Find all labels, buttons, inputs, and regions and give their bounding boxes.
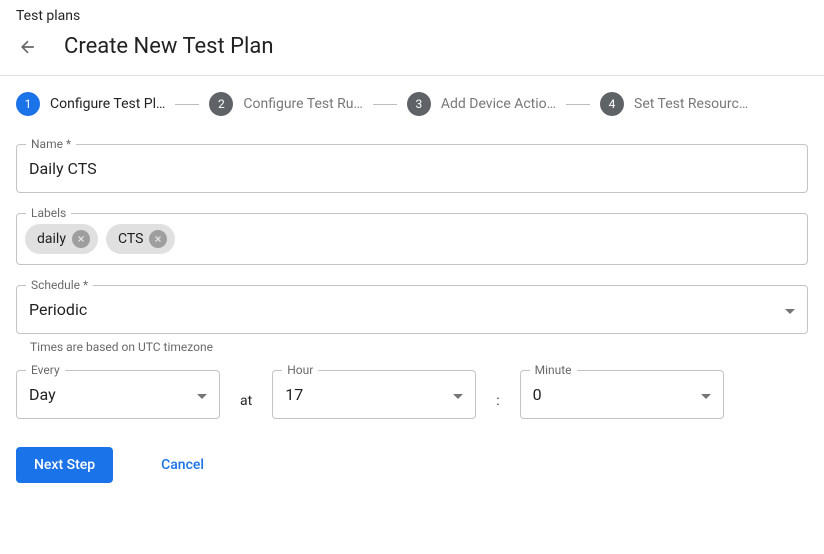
- colon-separator: :: [496, 381, 499, 409]
- minute-value: 0: [533, 385, 542, 404]
- breadcrumb[interactable]: Test plans: [0, 0, 824, 30]
- step-1-badge: 1: [16, 92, 40, 116]
- labels-field-wrapper: Labels daily CTS: [16, 213, 808, 265]
- minute-label: Minute: [530, 363, 577, 377]
- dropdown-arrow-icon: [197, 385, 207, 404]
- chip-remove-icon[interactable]: [149, 230, 167, 248]
- dropdown-arrow-icon: [453, 385, 463, 404]
- name-input[interactable]: [16, 144, 808, 193]
- every-select[interactable]: Day: [16, 370, 220, 419]
- name-field-wrapper: Name *: [16, 144, 808, 193]
- step-2-label: Configure Test Ru…: [243, 96, 363, 112]
- stepper: 1 Configure Test Pl… 2 Configure Test Ru…: [16, 92, 808, 116]
- step-3[interactable]: 3 Add Device Actio…: [407, 92, 556, 116]
- chip-daily: daily: [25, 224, 98, 254]
- minute-select[interactable]: 0: [520, 370, 724, 419]
- step-connector: [373, 104, 397, 105]
- every-field-wrapper: Every Day: [16, 370, 220, 419]
- name-label: Name *: [26, 137, 76, 151]
- schedule-field-wrapper: Schedule * Periodic: [16, 285, 808, 334]
- every-value: Day: [29, 385, 56, 404]
- chip-label: daily: [37, 231, 66, 247]
- schedule-label: Schedule *: [26, 278, 93, 292]
- action-buttons: Next Step Cancel: [16, 447, 808, 483]
- step-2[interactable]: 2 Configure Test Ru…: [209, 92, 363, 116]
- page-header: Create New Test Plan: [0, 30, 824, 71]
- hour-field-wrapper: Hour 17: [272, 370, 476, 419]
- step-4-badge: 4: [600, 92, 624, 116]
- hour-label: Hour: [282, 363, 318, 377]
- schedule-value: Periodic: [29, 300, 87, 319]
- hour-value: 17: [285, 385, 303, 404]
- chip-label: CTS: [118, 231, 143, 247]
- page-title: Create New Test Plan: [64, 34, 274, 59]
- labels-input[interactable]: daily CTS: [16, 213, 808, 265]
- back-arrow-icon[interactable]: [16, 35, 40, 59]
- chip-remove-icon[interactable]: [72, 230, 90, 248]
- step-4[interactable]: 4 Set Test Resourc…: [600, 92, 748, 116]
- hour-select[interactable]: 17: [272, 370, 476, 419]
- step-connector: [175, 104, 199, 105]
- step-2-badge: 2: [209, 92, 233, 116]
- dropdown-arrow-icon: [785, 300, 795, 319]
- every-label: Every: [26, 363, 65, 377]
- schedule-select[interactable]: Periodic: [16, 285, 808, 334]
- step-4-label: Set Test Resourc…: [634, 96, 748, 112]
- chip-cts: CTS: [106, 224, 175, 254]
- step-3-label: Add Device Actio…: [441, 96, 556, 112]
- step-3-badge: 3: [407, 92, 431, 116]
- step-connector: [566, 104, 590, 105]
- schedule-hint: Times are based on UTC timezone: [16, 340, 808, 354]
- minute-field-wrapper: Minute 0: [520, 370, 724, 419]
- dropdown-arrow-icon: [701, 385, 711, 404]
- schedule-time-row: Every Day at Hour 17 :: [16, 370, 808, 419]
- next-step-button[interactable]: Next Step: [16, 447, 113, 483]
- step-1-label: Configure Test Pl…: [50, 96, 165, 112]
- cancel-button[interactable]: Cancel: [161, 457, 204, 473]
- step-1[interactable]: 1 Configure Test Pl…: [16, 92, 165, 116]
- at-separator: at: [240, 381, 252, 409]
- labels-label: Labels: [26, 206, 71, 220]
